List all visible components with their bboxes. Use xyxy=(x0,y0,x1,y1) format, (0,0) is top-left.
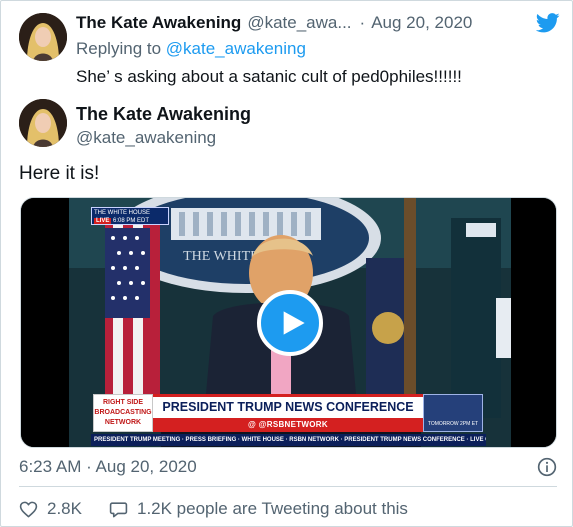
channel-bug: THE WHITE HOUSE LIVE 6:08 PM EDT xyxy=(91,207,169,225)
author-display-name[interactable]: The Kate Awakening xyxy=(76,102,251,126)
lower-third-subtitle: @ @RSBNETWORK xyxy=(153,418,423,432)
network-logo: RIGHT SIDE BROADCASTING NETWORK xyxy=(93,394,153,432)
tweet-card: The Kate Awakening @kate_awa... · Aug 20… xyxy=(0,0,573,527)
separator-dot: · xyxy=(359,13,366,32)
parent-date[interactable]: Aug 20, 2020 xyxy=(371,13,472,33)
lower-third: RIGHT SIDE BROADCASTING NETWORK PRESIDEN… xyxy=(93,394,483,432)
bug-title: THE WHITE HOUSE xyxy=(94,210,151,216)
parent-handle[interactable]: @kate_awa... xyxy=(247,13,351,33)
lower-third-title: PRESIDENT TRUMP NEWS CONFERENCE xyxy=(153,394,423,418)
like-count[interactable]: 2.8K xyxy=(47,499,82,519)
speech-bubble-icon xyxy=(109,501,128,517)
avatar[interactable] xyxy=(19,99,67,147)
live-badge: LIVE xyxy=(94,218,112,224)
video-player[interactable]: THE WHITE HOUSE THE WHITE HOUSE LIVE 6:0… xyxy=(20,197,557,448)
replying-to: Replying to @kate_awakening xyxy=(76,39,564,59)
avatar[interactable] xyxy=(19,13,67,61)
replying-mention[interactable]: @kate_awakening xyxy=(166,39,306,58)
bug-time: 6:08 PM EDT xyxy=(113,218,150,224)
heart-icon[interactable] xyxy=(19,500,38,519)
play-icon xyxy=(283,311,305,335)
tweet-author[interactable]: The Kate Awakening @kate_awakening xyxy=(19,99,419,151)
parent-tweet[interactable]: The Kate Awakening @kate_awa... · Aug 20… xyxy=(19,11,564,93)
divider xyxy=(19,486,557,487)
engagement-bar: 2.8K 1.2K people are Tweeting about this xyxy=(19,498,408,520)
twitter-bird-icon[interactable] xyxy=(536,12,560,34)
lower-third-inset: TOMORROW 2PM ET xyxy=(423,394,483,432)
replying-label: Replying to xyxy=(76,39,162,58)
tweeting-about-link[interactable]: 1.2K people are Tweeting about this xyxy=(109,499,408,519)
tweet-timestamp[interactable]: 6:23 AM · Aug 20, 2020 xyxy=(19,457,197,477)
tweeting-about-text: 1.2K people are Tweeting about this xyxy=(136,499,408,518)
avatar-image xyxy=(19,99,67,147)
play-button[interactable] xyxy=(257,290,323,356)
tweet-text: Here it is! xyxy=(19,163,100,184)
news-ticker: PRESIDENT TRUMP MEETING · PRESS BRIEFING… xyxy=(91,434,486,446)
info-icon[interactable] xyxy=(537,457,557,477)
parent-tweet-text: She’ s asking about a satanic cult of pe… xyxy=(76,67,462,86)
author-handle[interactable]: @kate_awakening xyxy=(76,126,251,150)
avatar-image xyxy=(19,13,67,61)
parent-display-name[interactable]: The Kate Awakening xyxy=(76,13,241,33)
